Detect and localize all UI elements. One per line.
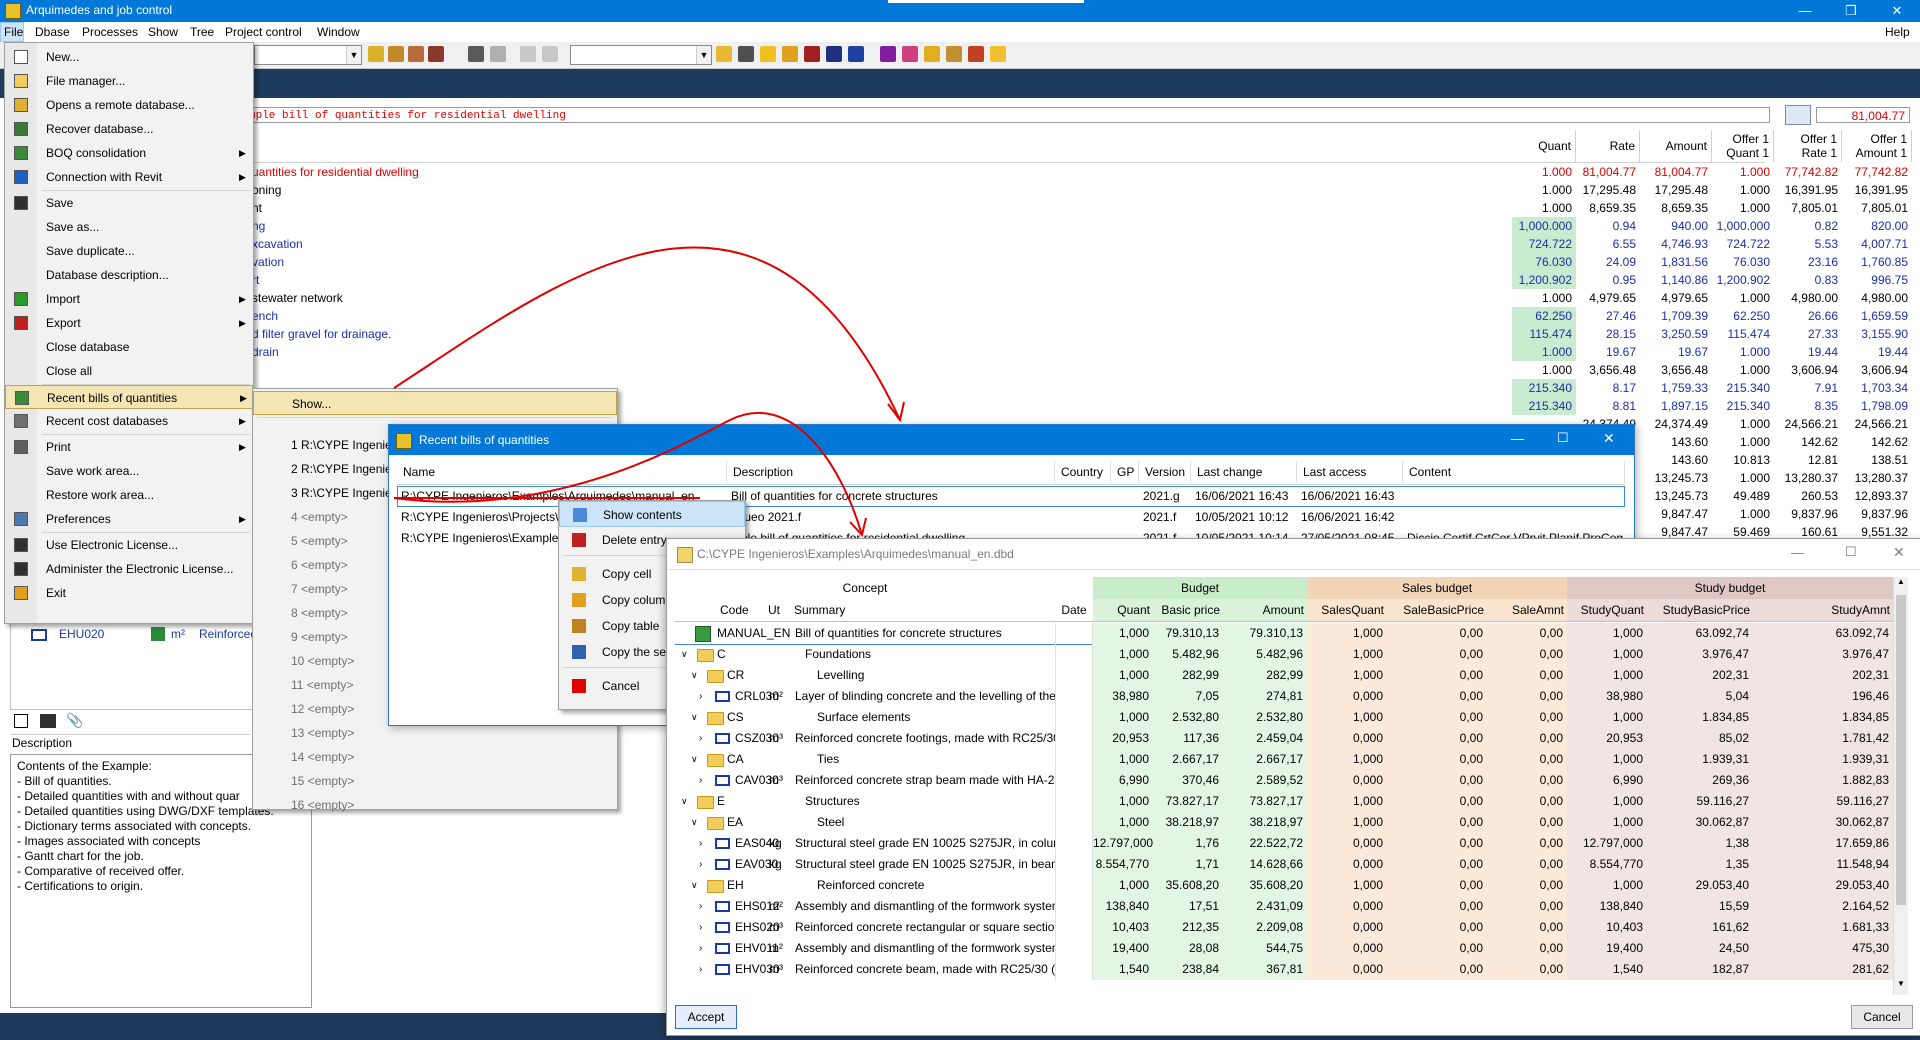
annotation-arrow-2 [393, 412, 863, 536]
annotation-arrows [393, 246, 905, 538]
annotation-arrow-1 [393, 246, 901, 421]
